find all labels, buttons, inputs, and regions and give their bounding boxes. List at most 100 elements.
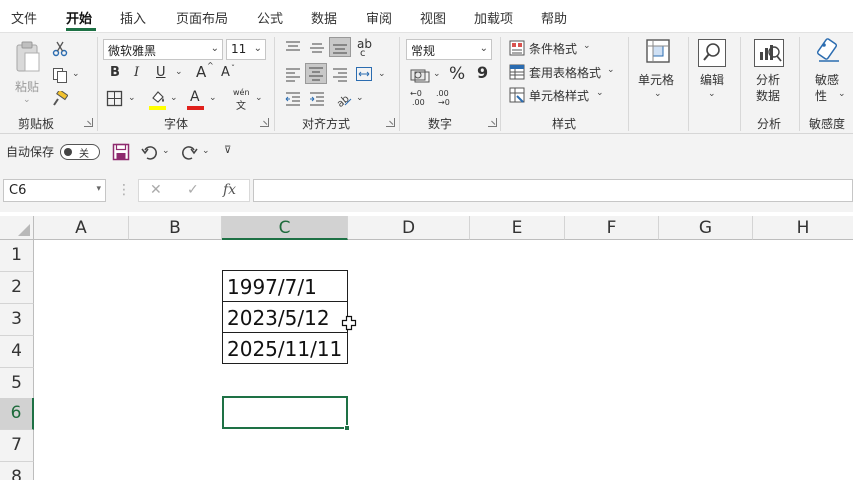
alignment-launcher-icon[interactable] xyxy=(386,118,395,127)
redo-icon[interactable] xyxy=(180,143,198,161)
number-launcher-icon[interactable] xyxy=(488,118,497,127)
border-icon[interactable] xyxy=(106,90,123,107)
column-header-c[interactable]: C xyxy=(222,216,348,240)
font-color-dropdown-icon[interactable]: ⌄ xyxy=(209,93,217,103)
cell-styles-button[interactable]: 单元格样式 ⌄ xyxy=(509,86,621,106)
underline-dropdown-icon[interactable]: ⌄ xyxy=(175,67,183,77)
row-header-7[interactable]: 7 xyxy=(0,430,34,462)
active-cell-c6[interactable] xyxy=(222,396,350,431)
cancel-icon[interactable]: ✕ xyxy=(150,182,162,198)
clipboard-launcher-icon[interactable] xyxy=(84,118,93,127)
phonetic-dropdown-icon[interactable]: ⌄ xyxy=(255,93,263,103)
row-header-5[interactable]: 5 xyxy=(0,368,34,400)
align-right-icon[interactable] xyxy=(331,66,349,82)
fill-color-icon[interactable] xyxy=(150,89,166,105)
bold-button[interactable]: B xyxy=(110,65,120,80)
tab-home[interactable]: 开始 xyxy=(66,8,92,27)
copy-dropdown-icon[interactable]: ⌄ xyxy=(72,69,80,79)
accounting-format-icon[interactable] xyxy=(410,67,430,83)
merge-dropdown-icon[interactable]: ⌄ xyxy=(378,69,386,79)
sensitivity-button[interactable]: 敏感 性 ⌄ xyxy=(806,37,852,109)
tab-help[interactable]: 帮助 xyxy=(541,8,567,27)
fill-color-dropdown-icon[interactable]: ⌄ xyxy=(170,93,178,103)
tab-view[interactable]: 视图 xyxy=(420,8,446,27)
tab-insert[interactable]: 插入 xyxy=(120,8,146,27)
format-painter-icon[interactable] xyxy=(52,91,68,107)
row-header-2[interactable]: 2 xyxy=(0,272,34,304)
chevron-down-icon: ▾ xyxy=(96,184,101,194)
customize-qat-icon[interactable]: ⊽ xyxy=(224,145,231,156)
percent-button[interactable]: % xyxy=(449,64,465,84)
paste-button[interactable]: 粘贴 ⌄ xyxy=(8,41,48,109)
name-box[interactable]: C6 ▾ xyxy=(3,179,106,202)
comma-style-button[interactable]: 9 xyxy=(477,63,488,82)
font-size-select[interactable]: 11 ⌄ xyxy=(226,39,266,60)
grow-arrow-icon: ^ xyxy=(207,61,214,70)
copy-icon[interactable] xyxy=(52,67,68,83)
tab-file[interactable]: 文件 xyxy=(11,8,37,27)
tab-formulas[interactable]: 公式 xyxy=(257,8,283,27)
italic-button[interactable]: I xyxy=(134,65,139,80)
accounting-dropdown-icon[interactable]: ⌄ xyxy=(433,69,441,79)
underline-button[interactable]: U xyxy=(156,65,166,80)
font-color-button[interactable]: A xyxy=(190,89,200,105)
phonetic-top-label[interactable]: wén xyxy=(233,88,250,97)
formula-input[interactable] xyxy=(253,179,853,202)
align-top-icon[interactable] xyxy=(284,39,302,55)
column-header-g[interactable]: G xyxy=(659,216,753,240)
align-middle-icon[interactable] xyxy=(308,39,326,55)
row-header-3[interactable]: 3 xyxy=(0,304,34,336)
font-launcher-icon[interactable] xyxy=(260,118,269,127)
border-dropdown-icon[interactable]: ⌄ xyxy=(128,93,136,103)
column-header-a[interactable]: A xyxy=(34,216,129,240)
tab-review[interactable]: 审阅 xyxy=(366,8,392,27)
format-as-table-button[interactable]: 套用表格格式 ⌄ xyxy=(509,63,621,83)
undo-icon[interactable] xyxy=(141,143,159,161)
orientation-icon[interactable]: ab xyxy=(335,90,353,108)
cell-c4[interactable]: 2025/11/11 xyxy=(222,332,348,364)
cell-c2[interactable]: 1997/7/1 xyxy=(222,270,348,302)
undo-dropdown-icon[interactable]: ⌄ xyxy=(162,146,170,156)
grow-font-button[interactable]: A xyxy=(196,63,206,81)
row-header-1[interactable]: 1 xyxy=(0,240,34,272)
tab-data[interactable]: 数据 xyxy=(311,8,337,27)
cells-button[interactable]: 单元格 ⌄ xyxy=(634,37,684,109)
group-divider xyxy=(688,37,689,131)
increase-decimal-button[interactable]: ←0 .00 xyxy=(410,89,432,111)
cut-icon[interactable] xyxy=(52,41,68,57)
font-name-select[interactable]: 微软雅黑 ⌄ xyxy=(103,39,223,60)
decrease-indent-icon[interactable] xyxy=(284,91,302,107)
column-header-d[interactable]: D xyxy=(348,216,470,240)
column-header-b[interactable]: B xyxy=(129,216,222,240)
select-all-button[interactable] xyxy=(0,216,34,240)
phonetic-bottom-label[interactable]: 文 xyxy=(236,97,246,112)
autosave-toggle[interactable]: 关 xyxy=(60,144,100,160)
save-icon[interactable] xyxy=(112,143,130,161)
row-header-6[interactable]: 6 xyxy=(0,398,34,430)
align-bottom-button[interactable] xyxy=(329,37,351,57)
shrink-font-button[interactable]: A xyxy=(221,65,230,80)
tab-page-layout[interactable]: 页面布局 xyxy=(176,8,228,27)
align-center-button[interactable] xyxy=(305,63,327,84)
enter-icon[interactable]: ✓ xyxy=(187,182,199,198)
orientation-dropdown-icon[interactable]: ⌄ xyxy=(356,93,364,103)
decrease-decimal-button[interactable]: .00 →0 xyxy=(436,89,458,111)
conditional-formatting-button[interactable]: 条件格式 ⌄ xyxy=(509,39,621,59)
editing-button[interactable]: 编辑 ⌄ xyxy=(694,37,734,109)
redo-dropdown-icon[interactable]: ⌄ xyxy=(202,146,210,156)
cell-c3[interactable]: 2023/5/12 xyxy=(222,301,348,333)
font-size-value: 11 xyxy=(231,42,247,56)
row-header-4[interactable]: 4 xyxy=(0,336,34,368)
align-left-icon[interactable] xyxy=(284,66,302,82)
column-header-f[interactable]: F xyxy=(565,216,659,240)
column-header-e[interactable]: E xyxy=(470,216,565,240)
column-header-h[interactable]: H xyxy=(753,216,853,240)
number-format-select[interactable]: 常规 ⌄ xyxy=(406,39,492,60)
fill-handle[interactable] xyxy=(344,425,350,431)
row-header-8[interactable]: 8 xyxy=(0,462,34,480)
analyze-data-button[interactable]: 分析 数据 xyxy=(748,37,792,109)
tab-addins[interactable]: 加载项 xyxy=(474,8,513,27)
insert-function-icon[interactable]: fx xyxy=(223,182,236,198)
merge-center-icon[interactable] xyxy=(355,66,373,82)
increase-indent-icon[interactable] xyxy=(308,91,326,107)
